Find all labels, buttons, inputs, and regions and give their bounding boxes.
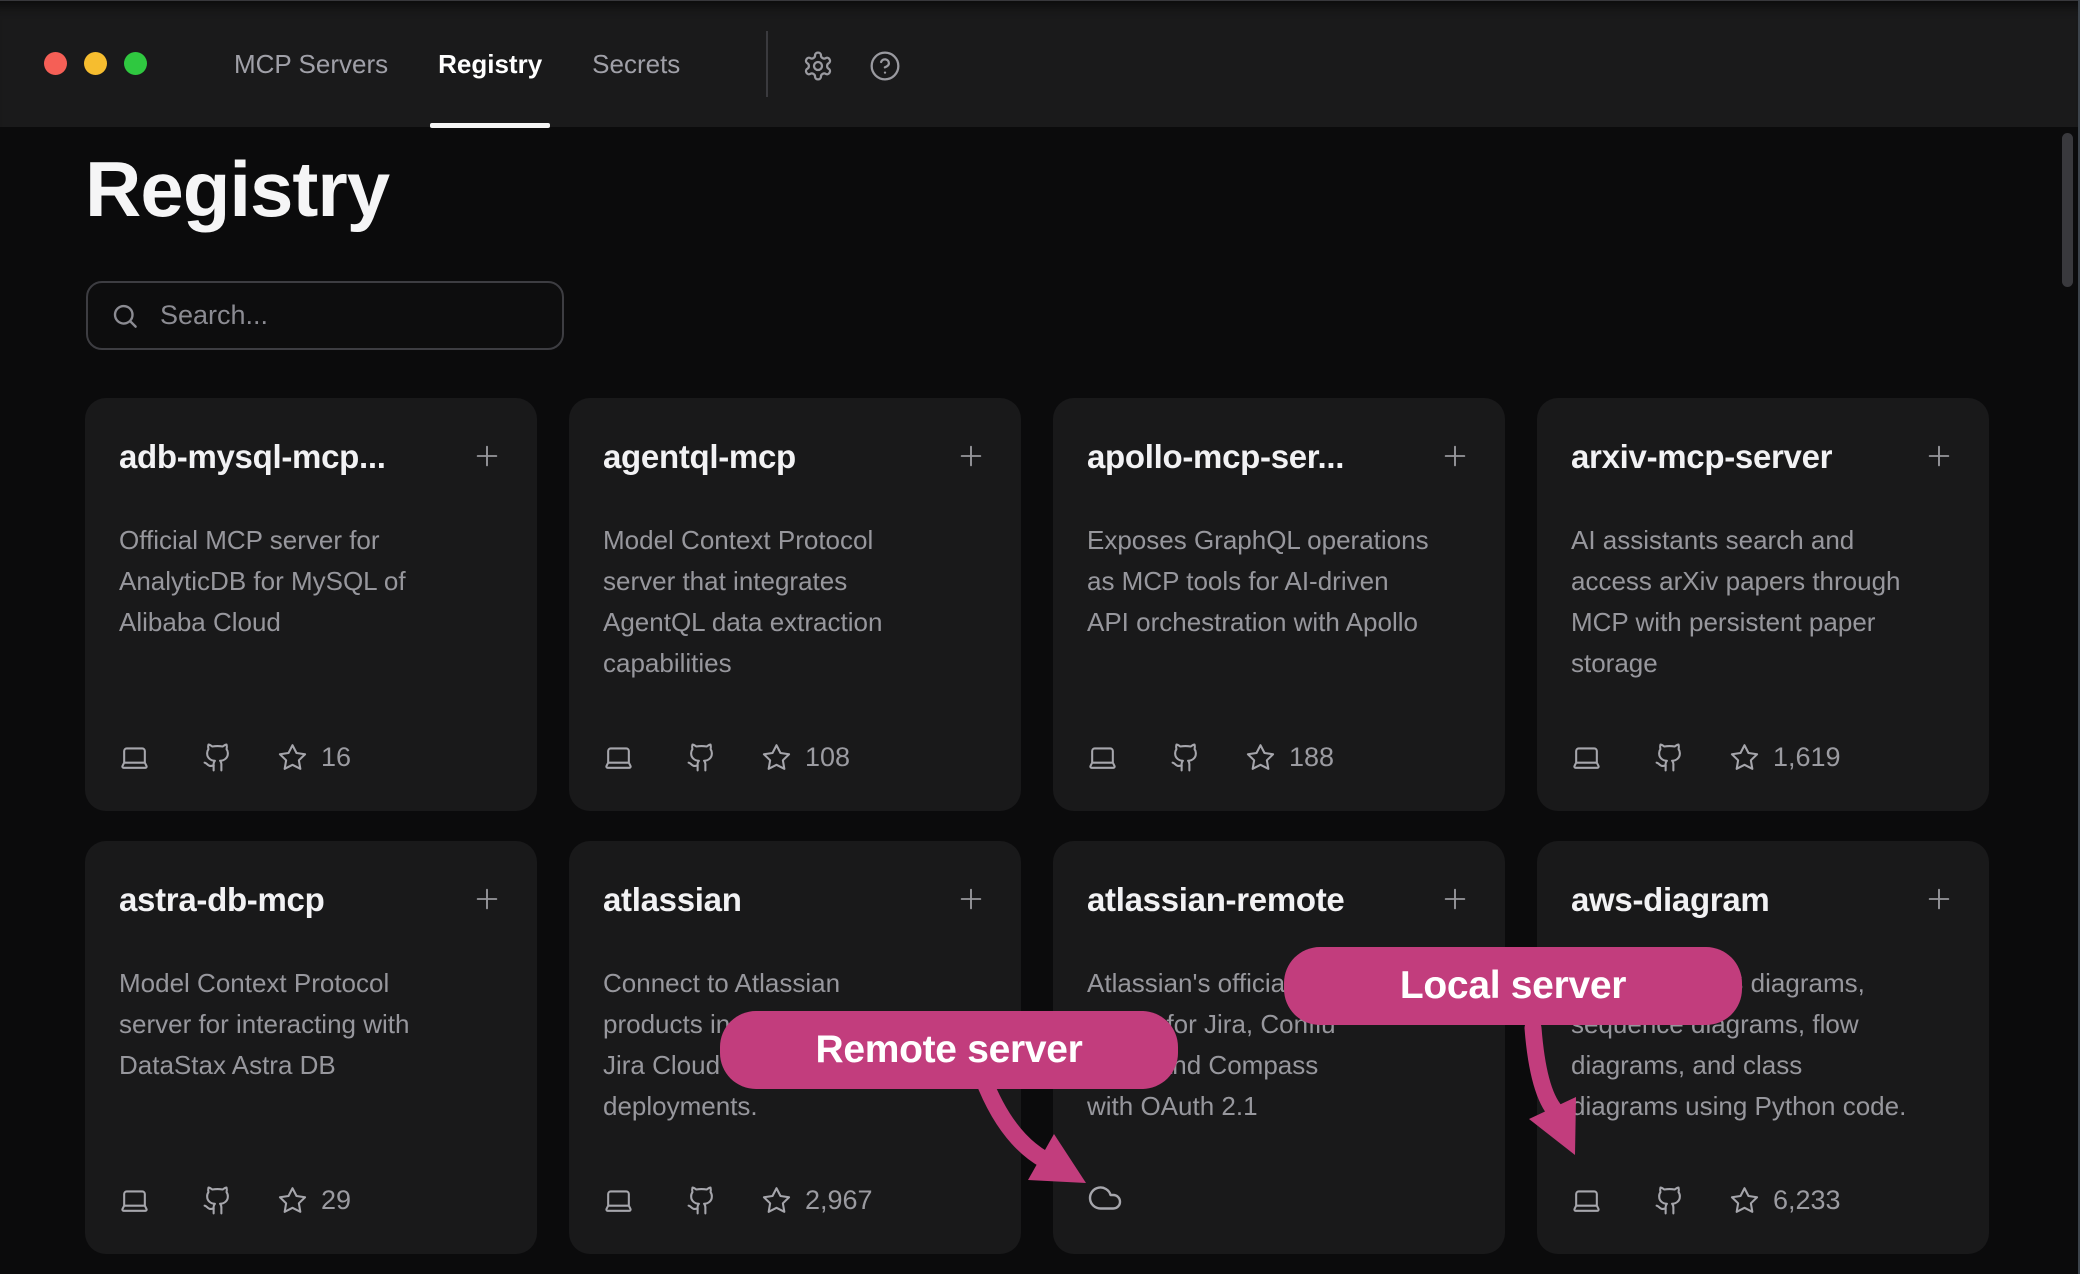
card-description: Exposes GraphQL operations as MCP tools … [1087, 520, 1471, 643]
traffic-lights [44, 52, 147, 75]
github-icon [202, 742, 233, 773]
add-server-icon[interactable] [1923, 883, 1955, 915]
page-title: Registry [85, 150, 389, 228]
laptop-icon [1571, 742, 1602, 773]
star-count-value: 108 [805, 742, 850, 773]
github-icon [686, 1185, 717, 1216]
star-count: 2,967 [761, 1185, 873, 1216]
search-box[interactable] [86, 281, 564, 350]
add-server-icon[interactable] [955, 440, 987, 472]
card-title: atlassian-remote [1087, 881, 1344, 919]
card-footer: 16 [119, 742, 503, 773]
card-footer: 1,619 [1571, 742, 1955, 773]
app-window: MCP Servers Registry Secrets Registry [0, 0, 2080, 1274]
card-description: Model Context Protocol server that integ… [603, 520, 987, 684]
card-footer [1087, 1180, 1471, 1216]
card-description: Model Context Protocol server for intera… [119, 963, 503, 1086]
star-icon [1245, 742, 1276, 773]
laptop-icon [1087, 742, 1118, 773]
github-icon [1170, 742, 1201, 773]
tab-registry[interactable]: Registry [436, 1, 544, 128]
star-count: 6,233 [1729, 1185, 1841, 1216]
star-count: 188 [1245, 742, 1334, 773]
card-title: apollo-mcp-ser... [1087, 438, 1344, 476]
add-server-icon[interactable] [955, 883, 987, 915]
laptop-icon [603, 1185, 634, 1216]
registry-card[interactable]: aws-diagram Generate AWS diagrams, seque… [1537, 841, 1989, 1254]
github-icon [1654, 1185, 1685, 1216]
toolbar: MCP Servers Registry Secrets [0, 0, 2078, 127]
close-button[interactable] [44, 52, 67, 75]
star-icon [277, 742, 308, 773]
registry-card[interactable]: apollo-mcp-ser... Exposes GraphQL operat… [1053, 398, 1505, 811]
card-description: Official MCP server for AnalyticDB for M… [119, 520, 503, 643]
registry-card[interactable]: agentql-mcp Model Context Protocol serve… [569, 398, 1021, 811]
card-title: adb-mysql-mcp... [119, 438, 386, 476]
star-count-value: 188 [1289, 742, 1334, 773]
card-title: arxiv-mcp-server [1571, 438, 1832, 476]
remote-server-callout: Remote server [720, 1011, 1178, 1089]
zoom-button[interactable] [124, 52, 147, 75]
add-server-icon[interactable] [471, 883, 503, 915]
laptop-icon [119, 742, 150, 773]
tab-mcp-servers[interactable]: MCP Servers [232, 1, 390, 128]
card-title: atlassian [603, 881, 742, 919]
tab-bar: MCP Servers Registry Secrets [232, 1, 682, 128]
search-icon [110, 301, 140, 331]
card-title: agentql-mcp [603, 438, 796, 476]
add-server-icon[interactable] [1923, 440, 1955, 472]
star-icon [1729, 742, 1760, 773]
registry-card[interactable]: astra-db-mcp Model Context Protocol serv… [85, 841, 537, 1254]
add-server-icon[interactable] [1439, 440, 1471, 472]
card-title: astra-db-mcp [119, 881, 324, 919]
settings-gear-icon[interactable] [802, 50, 834, 82]
laptop-icon [1571, 1185, 1602, 1216]
star-count-value: 1,619 [1773, 742, 1841, 773]
card-footer: 6,233 [1571, 1185, 1955, 1216]
card-title: aws-diagram [1571, 881, 1769, 919]
card-footer: 29 [119, 1185, 503, 1216]
star-count-value: 29 [321, 1185, 351, 1216]
star-count-value: 2,967 [805, 1185, 873, 1216]
github-icon [202, 1185, 233, 1216]
star-icon [1729, 1185, 1760, 1216]
star-count: 29 [277, 1185, 351, 1216]
help-icon[interactable] [869, 50, 901, 82]
github-icon [1654, 742, 1685, 773]
minimize-button[interactable] [84, 52, 107, 75]
local-server-callout: Local server [1284, 947, 1742, 1025]
registry-card[interactable]: adb-mysql-mcp... Official MCP server for… [85, 398, 537, 811]
scrollbar-thumb[interactable] [2062, 133, 2073, 287]
registry-grid: adb-mysql-mcp... Official MCP server for… [85, 398, 1989, 1254]
star-icon [761, 742, 792, 773]
search-input[interactable] [158, 299, 540, 332]
card-description: AI assistants search and access arXiv pa… [1571, 520, 1955, 684]
laptop-icon [119, 1185, 150, 1216]
github-icon [686, 742, 717, 773]
star-icon [761, 1185, 792, 1216]
add-server-icon[interactable] [1439, 883, 1471, 915]
star-count: 108 [761, 742, 850, 773]
card-footer: 108 [603, 742, 987, 773]
star-icon [277, 1185, 308, 1216]
star-count-value: 16 [321, 742, 351, 773]
registry-card[interactable]: arxiv-mcp-server AI assistants search an… [1537, 398, 1989, 811]
tab-secrets[interactable]: Secrets [590, 1, 682, 128]
cloud-icon [1087, 1180, 1123, 1216]
add-server-icon[interactable] [471, 440, 503, 472]
star-count: 16 [277, 742, 351, 773]
laptop-icon [603, 742, 634, 773]
star-count: 1,619 [1729, 742, 1841, 773]
star-count-value: 6,233 [1773, 1185, 1841, 1216]
toolbar-divider [766, 31, 768, 97]
card-footer: 2,967 [603, 1185, 987, 1216]
card-footer: 188 [1087, 742, 1471, 773]
